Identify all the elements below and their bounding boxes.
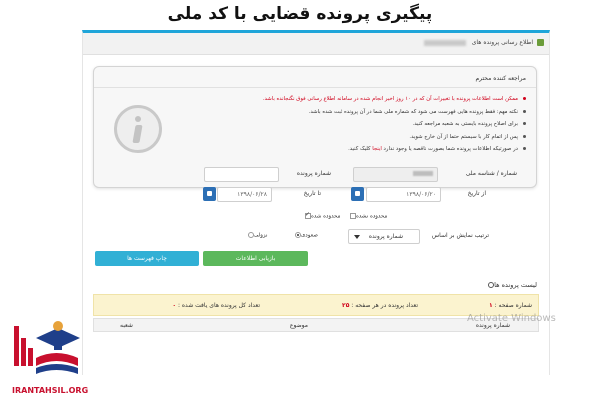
redacted-name xyxy=(423,39,466,46)
list-item: در صورتیکه اطلاعات پرونده شما بصورت ناقص… xyxy=(196,143,526,156)
to-date-field[interactable]: ۱۳۹۸/۰۶/۲۸ xyxy=(217,187,272,202)
activation-watermark: Activate Windows xyxy=(467,313,556,324)
column-header: موضوع xyxy=(289,322,308,329)
redacted-value xyxy=(413,171,433,176)
case-number-field[interactable] xyxy=(204,167,279,182)
home-icon xyxy=(537,39,544,46)
guide-title: مراجعه کننده محترم xyxy=(475,75,526,82)
ascending-radio[interactable]: صعودی xyxy=(293,232,318,239)
list-item: برای اصلاح پرونده بایستی به شعبه مراجعه … xyxy=(196,118,526,131)
list-item: ممکن است اطلاعات پرونده با تغییرات آن که… xyxy=(196,93,526,106)
list-item: نکته مهم: فقط پرونده هایی فهرست می شود ک… xyxy=(196,106,526,119)
national-id-label: شماره / شناسه ملی xyxy=(465,170,517,177)
search-button[interactable]: بازیابی اطلاعات xyxy=(203,251,308,266)
breadcrumb: اطلاع رسانی پرونده های xyxy=(83,33,549,55)
case-number-label: شماره پرونده xyxy=(296,170,331,177)
from-date-field[interactable]: ۱۳۹۸/۰۶/۲۰ xyxy=(366,187,441,202)
here-link[interactable]: اینجا xyxy=(372,146,382,152)
sort-select[interactable]: شماره پرونده xyxy=(348,229,420,244)
calendar-icon[interactable] xyxy=(203,187,216,201)
descending-radio[interactable]: نزولی xyxy=(246,232,267,239)
chevron-down-icon xyxy=(354,235,360,239)
info-icon xyxy=(114,105,162,153)
guide-notes: ممکن است اطلاعات پرونده با تغییرات آن که… xyxy=(196,93,526,156)
national-id-field[interactable] xyxy=(353,167,438,182)
list-title: لیست پرونده ها xyxy=(485,281,537,289)
unviewed-checkbox[interactable]: محدوده نشده xyxy=(348,213,387,220)
column-header: شعبه xyxy=(120,322,133,329)
print-button[interactable]: چاپ فهرست ها xyxy=(95,251,199,266)
breadcrumb-label: اطلاع رسانی پرونده های xyxy=(471,39,533,46)
site-url: IRANTAHSIL.ORG xyxy=(12,386,89,395)
divider xyxy=(94,87,536,88)
viewed-checkbox[interactable]: محدوده شده xyxy=(303,213,341,220)
from-date-label: از تاریخ xyxy=(467,190,486,197)
sort-label: ترتیب نمایش بر اساس xyxy=(431,232,489,239)
page-caption: پیگیری پرونده قضایی با کد ملی xyxy=(167,4,433,24)
list-item: پس از اتمام کار با سیستم حتما از آن خارج… xyxy=(196,131,526,144)
logo-icon xyxy=(14,321,80,374)
calendar-icon[interactable] xyxy=(351,187,364,201)
to-date-label: تا تاریخ xyxy=(303,190,321,197)
brand-logo: IRANTAHSIL.ORG xyxy=(6,318,88,398)
